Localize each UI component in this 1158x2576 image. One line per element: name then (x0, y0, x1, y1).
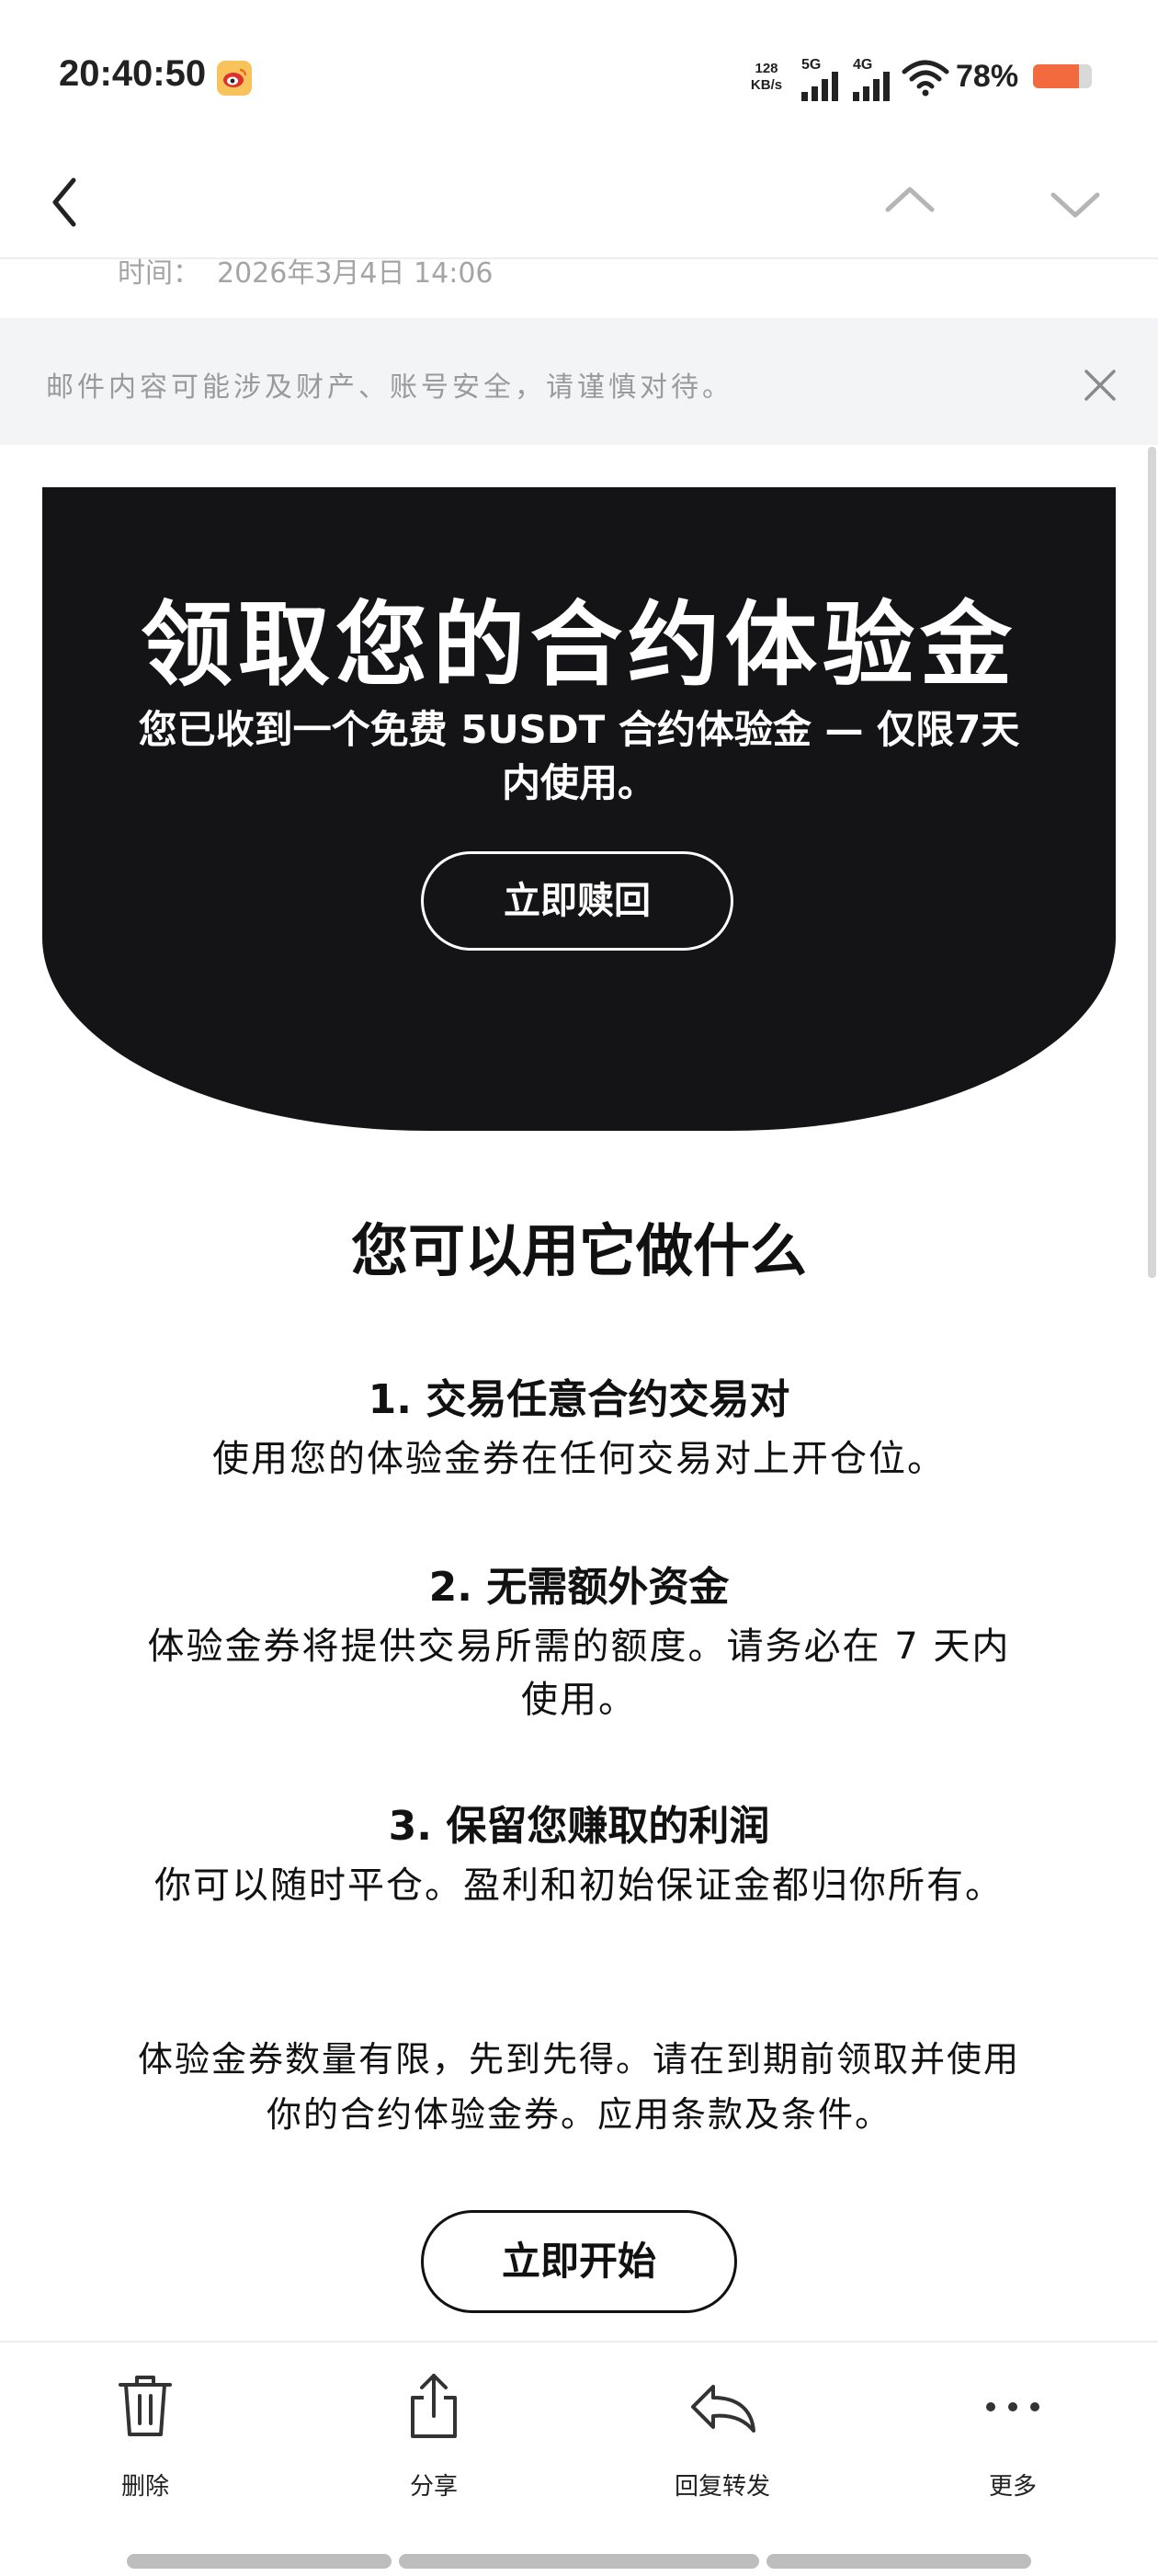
hero-title: 领取您的合约体验金 (141, 591, 1017, 699)
gesture-bar-segment (399, 2554, 759, 2569)
reply-forward-label: 回复转发 (674, 2473, 770, 2501)
chevron-down-icon (1050, 192, 1100, 218)
battery-icon (1033, 64, 1092, 88)
back-button[interactable] (29, 165, 103, 239)
scrollbar[interactable] (1148, 447, 1156, 1278)
bottom-toolbar: 删除 分享 回复转发 更多 (0, 2341, 1158, 2576)
close-icon (1084, 370, 1116, 401)
previous-mail-button[interactable] (873, 165, 947, 239)
share-label: 分享 (409, 2473, 458, 2501)
next-mail-button[interactable] (1039, 165, 1112, 239)
share-icon (411, 2374, 457, 2438)
gesture-bar-segment (127, 2554, 392, 2569)
chevron-left-icon (52, 177, 76, 227)
delete-label: 删除 (120, 2473, 169, 2501)
section-title: 您可以用它做什么 (350, 1217, 807, 1284)
battery-percent: 78% (956, 59, 1019, 94)
network-speed-unit: KB/s (750, 77, 783, 93)
trash-icon (119, 2376, 172, 2436)
terms-note: 体验金券数量有限，先到先得。请在到期前领取并使用你的合约体验金券。应用条款及条件… (137, 2039, 1020, 2135)
feature-heading: 2. 无需额外资金 (428, 1564, 730, 1611)
more-icon (986, 2402, 1039, 2411)
top-navigation (0, 147, 1158, 259)
wifi-icon (902, 60, 949, 97)
more-button[interactable]: 更多 (930, 2370, 1096, 2536)
network-speed: 128 KB/s (741, 61, 792, 94)
battery-level-fill (1033, 64, 1079, 88)
close-warning-button[interactable] (1077, 362, 1123, 408)
start-now-button[interactable]: 立即开始 (421, 2210, 737, 2313)
hero-subtitle: 您已收到一个免费 5USDT 合约体验金 — 仅限7天内使用。 (138, 707, 1020, 805)
reply-icon (691, 2385, 755, 2433)
feature-heading: 1. 交易任意合约交易对 (368, 1376, 790, 1423)
redeem-now-button[interactable]: 立即赎回 (421, 851, 733, 951)
feature-text: 你可以随时平仓。盈利和初始保证金都归你所有。 (154, 1864, 1004, 1907)
mail-time: 时间： 2026年3月4日 14:06 (118, 250, 510, 291)
network-speed-value: 128 (755, 61, 778, 76)
hero-banner: 领取您的合约体验金 您已收到一个免费 5USDT 合约体验金 — 仅限7天内使用… (42, 487, 1116, 1131)
weibo-app-icon (217, 61, 252, 96)
feature-text: 体验金券将提供交易所需的额度。请务必在 7 天内使用。 (147, 1625, 1011, 1721)
feature-text: 使用您的体验金券在任何交易对上开仓位。 (212, 1438, 946, 1480)
warning-text: 邮件内容可能涉及财产、账号安全，请谨慎对待。 (46, 371, 733, 404)
reply-forward-button[interactable]: 回复转发 (640, 2370, 805, 2536)
status-time: 20:40:50 (59, 53, 207, 94)
mail-time-label: 时间： (118, 257, 200, 290)
mail-time-value: 2026年3月4日 14:06 (217, 257, 494, 290)
delete-button[interactable]: 删除 (62, 2370, 228, 2536)
more-label: 更多 (988, 2473, 1037, 2501)
gesture-bar-segment (766, 2554, 1031, 2569)
chevron-up-icon (885, 187, 935, 212)
status-bar: 20:40:50 128 KB/s 5G 4G 78% (0, 0, 1158, 147)
feature-heading: 3. 保留您赚取的利润 (388, 1803, 770, 1850)
security-warning-banner: 邮件内容可能涉及财产、账号安全，请谨慎对待。 (0, 318, 1158, 445)
share-button[interactable]: 分享 (351, 2370, 517, 2536)
